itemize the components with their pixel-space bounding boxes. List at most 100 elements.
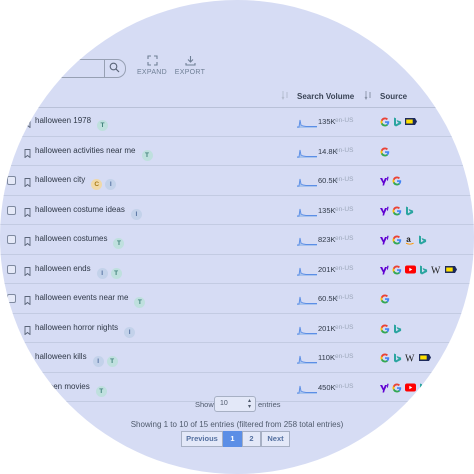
bestbuy-icon[interactable] <box>445 265 457 276</box>
google-icon[interactable] <box>392 206 402 217</box>
previous-page-button[interactable]: Previous <box>181 431 223 447</box>
yahoo-icon[interactable] <box>380 265 389 276</box>
keyword-text[interactable]: halloween horror nights <box>35 323 118 332</box>
sort-icon[interactable] <box>364 90 372 100</box>
bing-icon[interactable] <box>418 235 427 246</box>
intent-badge: T <box>95 385 107 397</box>
search-volume-column-header[interactable]: Search Volume <box>297 92 354 101</box>
keyword-text[interactable]: halloween events near me <box>35 293 128 302</box>
search-input[interactable] <box>8 59 126 78</box>
bookmark-icon[interactable] <box>24 233 31 251</box>
google-icon[interactable] <box>392 383 402 394</box>
keyword-column-header[interactable]: d <box>38 92 43 101</box>
google-icon[interactable] <box>380 294 390 305</box>
bookmark-icon[interactable] <box>24 381 31 399</box>
bestbuy-icon[interactable] <box>419 353 431 364</box>
bookmark-icon[interactable] <box>24 145 31 163</box>
search-icon[interactable] <box>104 60 125 77</box>
keyword-text[interactable]: halloween costumes <box>35 234 107 243</box>
google-icon[interactable] <box>380 324 390 335</box>
amazon-icon[interactable]: a <box>405 235 415 246</box>
bookmark-icon[interactable] <box>24 204 31 222</box>
locale-label: en-US <box>335 382 354 390</box>
row-checkbox[interactable] <box>7 353 16 362</box>
google-icon[interactable] <box>380 353 390 364</box>
row-checkbox[interactable] <box>7 323 16 333</box>
export-label: EXPORT <box>174 69 206 76</box>
bing-icon[interactable] <box>393 117 402 128</box>
intent-badges: CI <box>91 173 119 191</box>
source-column-header[interactable]: Source <box>380 92 407 101</box>
row-checkbox[interactable] <box>7 235 16 244</box>
bing-icon[interactable] <box>419 383 428 394</box>
intent-badges: I <box>130 203 145 221</box>
page-size-select[interactable]: 10 ▴ ▾ <box>214 396 256 412</box>
table-row[interactable]: halloween horror nights I 201K en-US <box>0 314 474 343</box>
bookmark-icon[interactable] <box>24 322 31 340</box>
table-row[interactable]: halloween costumes T 823K en-US a <box>0 225 474 255</box>
bookmark-icon[interactable] <box>24 174 31 192</box>
bing-icon[interactable] <box>393 324 402 335</box>
intent-badge: T <box>141 149 153 161</box>
intent-badge: I <box>124 326 136 338</box>
yahoo-icon[interactable] <box>380 235 389 246</box>
row-checkbox[interactable] <box>7 264 16 274</box>
google-icon[interactable] <box>392 235 402 246</box>
table-row[interactable]: halloween kills I T 110K en-US W <box>0 343 474 373</box>
table-row[interactable]: halloween ends I T 201K en-US W <box>0 255 474 284</box>
yahoo-icon[interactable] <box>380 176 389 187</box>
google-icon[interactable] <box>392 265 402 276</box>
bookmark-icon[interactable] <box>24 292 31 310</box>
trend-sparkline <box>297 322 317 340</box>
intent-badges: IT <box>92 350 121 368</box>
export-button[interactable]: EXPORT <box>170 55 210 76</box>
row-checkbox[interactable] <box>7 176 16 185</box>
table-row[interactable]: halloween costume ideas I 135K en-US <box>0 196 474 225</box>
wikipedia-icon[interactable]: W <box>431 265 442 276</box>
keyword-text[interactable]: halloween kills <box>35 352 87 361</box>
keyword-text[interactable]: halloween city <box>35 175 85 184</box>
show-label: Show <box>195 400 214 409</box>
keyword-text[interactable]: lloween movies <box>35 382 90 391</box>
bestbuy-icon[interactable] <box>405 117 417 128</box>
keyword-table-body: halloween 1978 T 135K en-US halloween activi… <box>0 107 474 402</box>
sort-icon[interactable] <box>281 90 289 100</box>
bookmark-icon[interactable] <box>24 115 31 133</box>
source-icons <box>380 380 431 393</box>
table-row[interactable]: halloween activities near me T 14.8K en-US <box>0 137 474 166</box>
keyword-text[interactable]: halloween activities near me <box>35 146 136 155</box>
wikipedia-icon[interactable]: W <box>405 353 416 365</box>
source-icons <box>380 144 393 157</box>
intent-badges: T <box>95 380 110 398</box>
intent-badge: T <box>106 356 118 367</box>
bing-icon[interactable] <box>405 206 414 217</box>
youtube-icon[interactable] <box>405 265 416 276</box>
row-checkbox[interactable] <box>7 205 16 215</box>
next-page-button[interactable]: Next <box>261 431 290 447</box>
keyword-text[interactable]: halloween ends <box>35 264 91 273</box>
google-icon[interactable] <box>380 147 390 158</box>
youtube-icon[interactable] <box>405 383 416 394</box>
page-1-button[interactable]: 1 <box>223 431 242 447</box>
google-icon[interactable] <box>392 176 402 187</box>
keyword-text[interactable]: halloween costume ideas <box>35 205 125 214</box>
entries-suffix: entries <box>258 400 281 409</box>
keyword-text[interactable]: halloween 1978 <box>35 116 91 125</box>
bookmark-icon[interactable] <box>24 263 31 281</box>
locale-label: en-US <box>335 294 354 301</box>
yahoo-icon[interactable] <box>380 383 389 394</box>
bing-icon[interactable] <box>393 353 402 364</box>
table-row[interactable]: halloween 1978 T 135K en-US <box>0 107 474 137</box>
trend-sparkline <box>297 115 317 133</box>
bookmark-icon[interactable] <box>24 351 31 369</box>
google-icon[interactable] <box>380 117 390 128</box>
yahoo-icon[interactable] <box>380 206 389 217</box>
intent-badge: I <box>92 356 104 367</box>
table-row[interactable]: halloween events near me T 60.5K en-US <box>0 284 474 314</box>
bing-icon[interactable] <box>419 265 428 276</box>
expand-button[interactable]: EXPAND <box>132 55 172 76</box>
row-checkbox[interactable] <box>7 294 16 303</box>
trend-sparkline <box>297 233 317 251</box>
page-2-button[interactable]: 2 <box>242 431 261 447</box>
table-row[interactable]: halloween city C I 60.5K en-US <box>0 166 474 196</box>
